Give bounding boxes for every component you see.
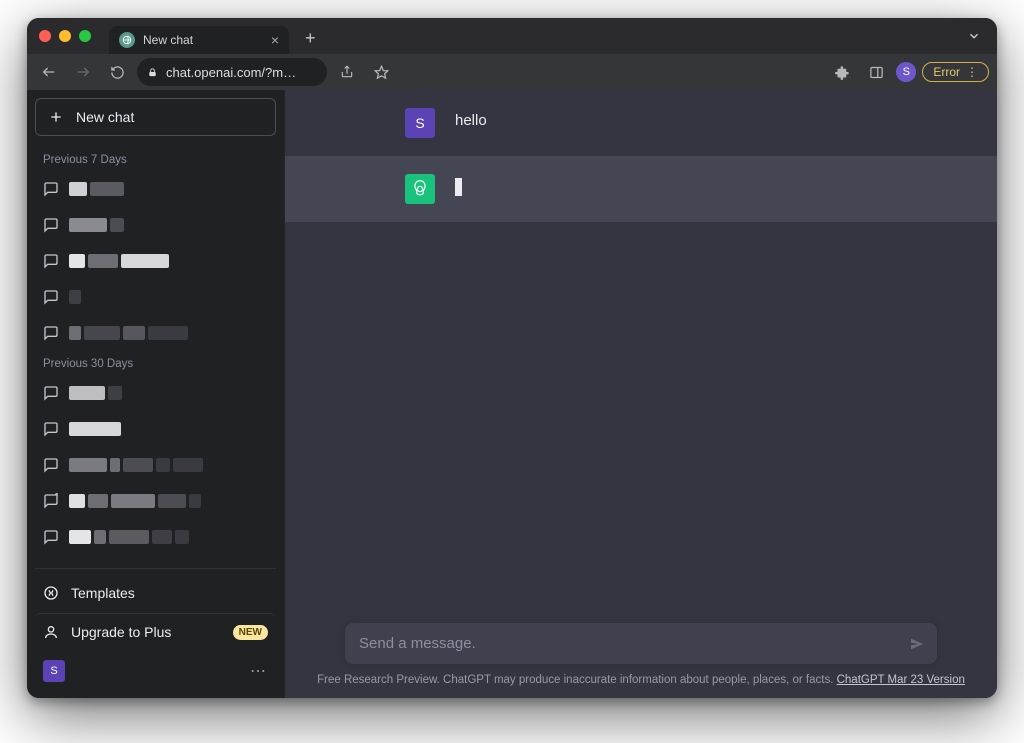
new-badge: NEW — [233, 625, 268, 640]
tab-title: New chat — [143, 33, 193, 47]
browser-window: New chat × + chat.openai.com/?m… — [27, 18, 997, 698]
plus-icon — [48, 109, 64, 125]
upgrade-button[interactable]: Upgrade to Plus NEW — [35, 613, 276, 650]
user-message-text: hello — [455, 108, 487, 138]
user-avatar: S — [43, 660, 65, 682]
chat-icon — [43, 385, 59, 401]
chat-history-item[interactable] — [35, 280, 276, 314]
window-maximize-button[interactable] — [79, 30, 91, 42]
new-chat-label: New chat — [76, 109, 134, 125]
chat-history-item[interactable] — [35, 316, 276, 350]
browser-tab[interactable]: New chat × — [109, 26, 289, 54]
user-message-avatar: S — [405, 108, 435, 138]
composer-area: Send a message. — [285, 611, 997, 664]
window-minimize-button[interactable] — [59, 30, 71, 42]
tab-close-icon[interactable]: × — [271, 32, 279, 48]
typing-cursor-icon — [455, 178, 462, 196]
sidebar-bottom: Templates Upgrade to Plus NEW S ⋯ — [35, 568, 276, 690]
reload-button[interactable] — [103, 58, 131, 86]
assistant-message-text — [455, 174, 462, 204]
app-body: New chat Previous 7 Days — [27, 90, 997, 698]
message-row-user: S hello — [285, 90, 997, 156]
chat-history-item[interactable] — [35, 244, 276, 278]
version-link[interactable]: ChatGPT Mar 23 Version — [837, 674, 965, 686]
panel-icon[interactable] — [862, 58, 890, 86]
section-30days-label: Previous 30 Days — [35, 352, 276, 374]
titlebar: New chat × + — [27, 18, 997, 54]
chat-icon — [43, 529, 59, 545]
chat-history-item[interactable] — [35, 208, 276, 242]
chat-history-item[interactable] — [35, 520, 276, 554]
profile-avatar[interactable]: S — [896, 62, 916, 82]
assistant-avatar-icon — [405, 174, 435, 204]
menu-dots-icon: ⋮ — [966, 65, 978, 79]
browser-toolbar: chat.openai.com/?m… S Error ⋮ — [27, 54, 997, 90]
chat-icon — [43, 493, 59, 509]
new-chat-button[interactable]: New chat — [35, 98, 276, 136]
templates-button[interactable]: Templates — [35, 575, 276, 611]
chat-history-item[interactable] — [35, 376, 276, 410]
share-icon[interactable] — [333, 58, 361, 86]
sidebar: New chat Previous 7 Days — [27, 90, 285, 698]
chat-icon — [43, 325, 59, 341]
chat-history-item[interactable] — [35, 448, 276, 482]
extensions-icon[interactable] — [828, 58, 856, 86]
send-icon[interactable] — [909, 636, 925, 652]
chat-icon — [43, 289, 59, 305]
templates-label: Templates — [71, 585, 135, 601]
footer-text: Free Research Preview. ChatGPT may produ… — [317, 674, 836, 686]
person-icon — [43, 624, 59, 640]
url-text: chat.openai.com/?m… — [166, 65, 296, 80]
error-badge[interactable]: Error ⋮ — [922, 62, 989, 82]
chat-icon — [43, 253, 59, 269]
message-row-assistant — [285, 156, 997, 222]
traffic-lights — [39, 30, 91, 42]
chat-icon — [43, 181, 59, 197]
tabs-dropdown-icon[interactable] — [967, 29, 985, 43]
message-placeholder: Send a message. — [359, 635, 476, 652]
chat-main: S hello Send a message. Free Resea — [285, 90, 997, 698]
footer-disclaimer: Free Research Preview. ChatGPT may produ… — [285, 664, 997, 698]
error-label: Error — [933, 65, 960, 79]
chat-history-item[interactable] — [35, 484, 276, 518]
chat-history-item[interactable] — [35, 172, 276, 206]
upgrade-label: Upgrade to Plus — [71, 624, 171, 640]
tab-favicon-icon — [119, 32, 135, 48]
section-7days-label: Previous 7 Days — [35, 148, 276, 170]
bookmark-icon[interactable] — [367, 58, 395, 86]
url-bar[interactable]: chat.openai.com/?m… — [137, 58, 327, 86]
back-button[interactable] — [35, 58, 63, 86]
user-menu[interactable]: S ⋯ — [35, 652, 276, 690]
window-close-button[interactable] — [39, 30, 51, 42]
chat-icon — [43, 457, 59, 473]
more-icon[interactable]: ⋯ — [250, 661, 268, 681]
new-tab-button[interactable]: + — [297, 28, 324, 49]
chat-icon — [43, 421, 59, 437]
forward-button[interactable] — [69, 58, 97, 86]
templates-icon — [43, 585, 59, 601]
chat-history-item[interactable] — [35, 412, 276, 446]
chat-icon — [43, 217, 59, 233]
message-input[interactable]: Send a message. — [345, 623, 937, 664]
lock-icon — [147, 67, 158, 78]
